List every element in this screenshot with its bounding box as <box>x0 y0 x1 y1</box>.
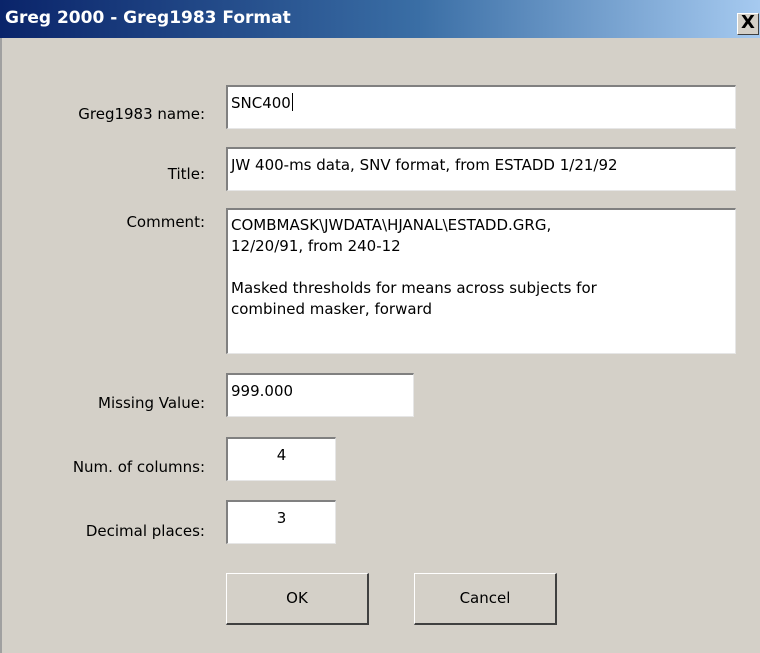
decimals-input[interactable]: 3 <box>226 500 336 544</box>
comment-line: COMBMASK\JWDATA\HJANAL\ESTADD.GRG, <box>231 216 552 234</box>
title-input[interactable]: JW 400-ms data, SNV format, from ESTADD … <box>226 147 736 191</box>
comment-line: 12/20/91, from 240-12 <box>231 237 401 255</box>
name-input[interactable]: SNC400 <box>226 85 736 129</box>
comment-label: Comment: <box>126 213 205 231</box>
columns-label: Num. of columns: <box>72 458 205 476</box>
title-label: Title: <box>167 165 205 183</box>
dialog-window: Greg 2000 - Greg1983 Format X Greg1983 n… <box>0 0 760 653</box>
missing-value-text: 999.000 <box>231 382 294 400</box>
missing-value-input[interactable]: 999.000 <box>226 373 414 417</box>
columns-value: 4 <box>276 446 287 464</box>
text-caret <box>291 93 293 111</box>
window-left-edge <box>0 38 2 653</box>
close-icon: X <box>741 12 755 33</box>
comment-textarea[interactable]: COMBMASK\JWDATA\HJANAL\ESTADD.GRG, 12/20… <box>226 208 736 354</box>
cancel-button-label: Cancel <box>459 589 511 607</box>
comment-line: Masked thresholds for means across subje… <box>231 279 597 297</box>
name-label: Greg1983 name: <box>78 105 205 123</box>
missing-value-label: Missing Value: <box>98 394 205 412</box>
comment-line: combined masker, forward <box>231 300 432 318</box>
close-button[interactable]: X <box>737 13 759 35</box>
title-bar[interactable]: Greg 2000 - Greg1983 Format X <box>0 0 760 38</box>
cancel-button[interactable]: Cancel <box>414 573 557 625</box>
columns-input[interactable]: 4 <box>226 437 336 481</box>
ok-button[interactable]: OK <box>226 573 369 625</box>
decimals-value: 3 <box>276 509 287 527</box>
window-title: Greg 2000 - Greg1983 Format <box>5 8 291 28</box>
title-input-value: JW 400-ms data, SNV format, from ESTADD … <box>231 156 618 174</box>
ok-button-label: OK <box>286 589 308 607</box>
comment-line <box>231 257 731 278</box>
name-input-value: SNC400 <box>231 94 291 112</box>
decimals-label: Decimal places: <box>85 522 205 540</box>
